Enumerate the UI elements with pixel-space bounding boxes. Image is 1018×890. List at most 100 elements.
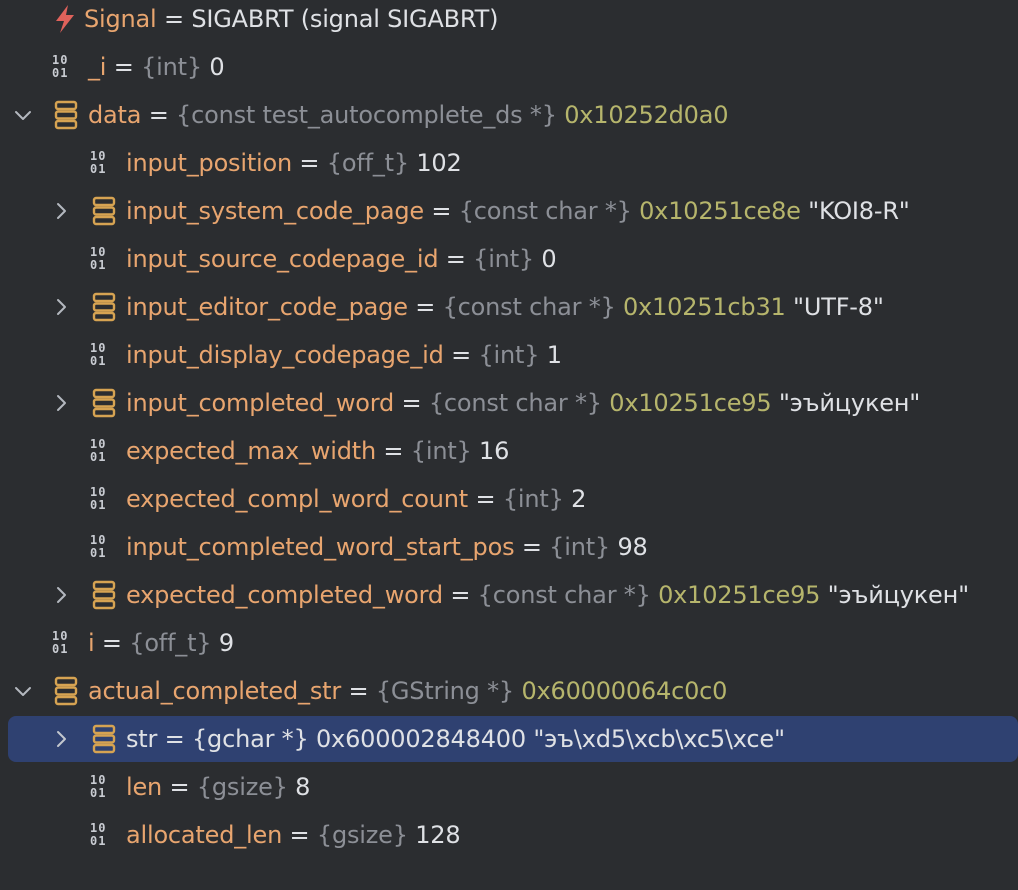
equals-sign: = [106, 53, 142, 81]
variable-type: {gsize} [196, 773, 288, 801]
tree-row-input_source_codepage_id[interactable]: 10 01 input_source_codepage_id = {int} 0 [8, 236, 1018, 282]
variable-name: Signal [84, 5, 157, 33]
variable-name: actual_completed_str [88, 677, 342, 705]
variable-value: 2 [563, 485, 587, 513]
chevron-right-icon[interactable] [50, 392, 72, 414]
variable-name: input_editor_code_page [126, 293, 408, 321]
tree-row-expected_compl_word_count[interactable]: 10 01 expected_compl_word_count = {int} … [8, 476, 1018, 522]
binary-icon: 10 01 [52, 629, 69, 656]
binary-icon: 10 01 [90, 773, 107, 800]
variable-name: input_system_code_page [126, 197, 424, 225]
binary-icon: 10 01 [90, 533, 107, 560]
variable-value: "эъ\xd5\xcb\xc5\xce" [525, 725, 785, 753]
variable-type: {off_t} [129, 629, 212, 657]
equals-sign: = [292, 149, 327, 177]
variable-type: {const char *} [442, 293, 616, 321]
chevron-down-icon[interactable] [12, 680, 34, 702]
tree-row-str[interactable]: str = {gchar *} 0x600002848400 "эъ\xd5\x… [8, 716, 1018, 762]
variable-type: {GString *} [375, 677, 515, 705]
variable-address: 0x10251cb31 [615, 293, 786, 321]
struct-icon [92, 580, 116, 610]
variable-value: "UTF-8" [785, 293, 884, 321]
equals-sign: = [341, 677, 376, 705]
variable-name: allocated_len [126, 821, 283, 849]
variable-type: {int} [410, 437, 472, 465]
variable-value: 9 [211, 629, 234, 657]
struct-icon [54, 100, 78, 130]
variable-address: 0x10252d0a0 [556, 101, 729, 129]
tree-row-input_editor_code_page[interactable]: input_editor_code_page = {const char *} … [8, 284, 1018, 330]
variable-name: expected_completed_word [126, 581, 443, 609]
equals-sign: = [376, 437, 411, 465]
tree-row-input_completed_word[interactable]: input_completed_word = {const char *} 0x… [8, 380, 1018, 426]
tree-row-_i[interactable]: 10 01 _i = {int} 0 [8, 44, 1018, 90]
variable-value: 1 [539, 341, 562, 369]
equals-sign: = [141, 101, 177, 129]
lightning-icon [56, 5, 74, 33]
equals-sign: = [157, 725, 192, 753]
variable-type: {off_t} [326, 149, 409, 177]
variable-type: {gsize} [316, 821, 408, 849]
chevron-right-icon[interactable] [50, 728, 72, 750]
variable-value: 0 [533, 245, 557, 273]
variable-address: 0x10251ce95 [650, 581, 821, 609]
tree-row-actual_completed_str[interactable]: actual_completed_str = {GString *} 0x600… [8, 668, 1018, 714]
variable-type: {const char *} [428, 389, 602, 417]
chevron-right-icon[interactable] [50, 584, 72, 606]
variable-value: "KOI8-R" [800, 197, 910, 225]
tree-row-input_system_code_page[interactable]: input_system_code_page = {const char *} … [8, 188, 1018, 234]
variable-name: expected_max_width [126, 437, 376, 465]
struct-icon [92, 388, 116, 418]
variable-value: 98 [610, 533, 648, 561]
struct-icon [92, 724, 116, 754]
chevron-down-icon[interactable] [12, 104, 34, 126]
binary-icon: 10 01 [90, 341, 107, 368]
binary-icon: 10 01 [90, 245, 107, 272]
variable-value: 0 [201, 53, 225, 81]
variable-value: 128 [407, 821, 461, 849]
variable-value: "эъйцукен" [820, 581, 970, 609]
chevron-right-icon[interactable] [50, 296, 72, 318]
equals-sign: = [162, 773, 197, 801]
variable-value: SIGABRT (signal SIGABRT) [191, 5, 499, 33]
equals-sign: = [394, 389, 429, 417]
binary-icon: 10 01 [90, 821, 107, 848]
variable-type: {gchar *} [191, 725, 309, 753]
tree-row-signal[interactable]: Signal = SIGABRT (signal SIGABRT) [8, 0, 1018, 42]
variable-value: 16 [471, 437, 510, 465]
variable-name: str [126, 725, 158, 753]
equals-sign: = [423, 197, 459, 225]
tree-row-expected_max_width[interactable]: 10 01 expected_max_width = {int} 16 [8, 428, 1018, 474]
tree-row-input_position[interactable]: 10 01 input_position = {off_t} 102 [8, 140, 1018, 186]
variable-name: input_source_codepage_id [126, 245, 439, 273]
variable-address: 0x600002848400 [308, 725, 526, 753]
tree-row-expected_completed_word[interactable]: expected_completed_word = {const char *}… [8, 572, 1018, 618]
tree-row-data[interactable]: data = {const test_autocomplete_ds *} 0x… [8, 92, 1018, 138]
equals-sign: = [156, 5, 192, 33]
binary-icon: 10 01 [90, 437, 107, 464]
variable-type: {int} [473, 245, 534, 273]
variable-type: {int} [549, 533, 611, 561]
variable-type: {const char *} [477, 581, 651, 609]
equals-sign: = [468, 485, 503, 513]
tree-row-input_display_codepage_id[interactable]: 10 01 input_display_codepage_id = {int} … [8, 332, 1018, 378]
variable-name: input_display_codepage_id [126, 341, 444, 369]
variable-address: 0x60000064c0c0 [514, 677, 728, 705]
struct-icon [92, 196, 116, 226]
tree-row-len[interactable]: 10 01 len = {gsize} 8 [8, 764, 1018, 810]
variable-type: {int} [478, 341, 540, 369]
variable-type: {const char *} [458, 197, 632, 225]
chevron-right-icon[interactable] [50, 200, 72, 222]
tree-row-input_completed_word_start_pos[interactable]: 10 01 input_completed_word_start_pos = {… [8, 524, 1018, 570]
tree-row-i[interactable]: 10 01 i = {off_t} 9 [8, 620, 1018, 666]
equals-sign: = [407, 293, 443, 321]
equals-sign: = [442, 581, 478, 609]
struct-icon [54, 676, 78, 706]
tree-row-allocated_len[interactable]: 10 01 allocated_len = {gsize} 128 [8, 812, 1018, 858]
struct-icon [92, 292, 116, 322]
equals-sign: = [443, 341, 479, 369]
variable-name: input_completed_word [126, 389, 395, 417]
equals-sign: = [438, 245, 474, 273]
equals-sign: = [282, 821, 317, 849]
variable-value: 102 [408, 149, 462, 177]
